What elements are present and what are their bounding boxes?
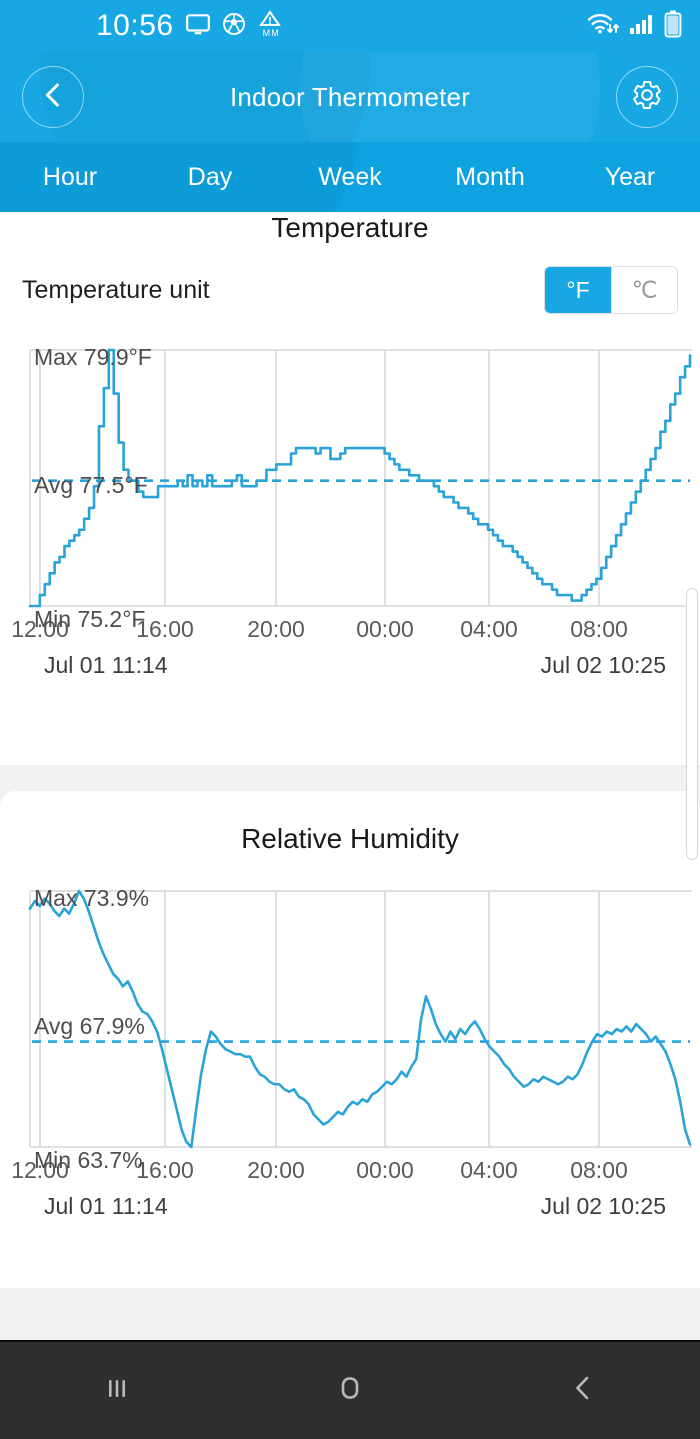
back-button[interactable] xyxy=(22,66,84,128)
humidity-start-time: Jul 01 11:14 xyxy=(44,1193,168,1219)
x-tick-4: 04:00 xyxy=(460,616,518,642)
tab-hour[interactable]: Hour xyxy=(0,142,140,212)
app-bar: Indoor Thermometer xyxy=(0,52,700,142)
humidity-card-title: Relative Humidity xyxy=(241,823,459,854)
svg-text:M: M xyxy=(262,28,270,38)
humidity-card: Relative Humidity Max 73.9% Avg 67.9% Mi… xyxy=(0,791,700,1288)
humidity-date-range: Jul 01 11:14 Jul 02 10:25 xyxy=(0,1185,700,1220)
humidity-min-label: Min 63.7% xyxy=(34,1147,143,1173)
vertical-scrollbar[interactable] xyxy=(686,588,698,860)
cell-signal-icon xyxy=(629,11,655,42)
home-button[interactable] xyxy=(233,1370,466,1411)
temperature-start-time: Jul 01 11:14 xyxy=(44,652,168,678)
card-separator xyxy=(0,765,700,791)
temperature-min-label: Min 75.2°F xyxy=(34,606,146,632)
x-tick-3: 00:00 xyxy=(356,1157,414,1183)
status-bar-left: 10:56 M M xyxy=(96,9,283,43)
tab-week[interactable]: Week xyxy=(280,142,420,212)
back-icon xyxy=(566,1371,600,1410)
tab-day[interactable]: Day xyxy=(140,142,280,212)
temperature-end-time: Jul 02 10:25 xyxy=(540,652,666,678)
x-tick-1: 16:00 xyxy=(136,1157,194,1183)
temperature-unit-label: Temperature unit xyxy=(22,275,210,304)
x-tick-2: 20:00 xyxy=(247,616,305,642)
page-title: Indoor Thermometer xyxy=(229,81,471,112)
status-bar-clock: 10:56 xyxy=(96,9,174,42)
unit-option-celsius[interactable]: ℃ xyxy=(611,267,677,313)
status-bar-right xyxy=(586,10,682,43)
recents-icon xyxy=(100,1371,134,1410)
x-tick-5: 08:00 xyxy=(570,616,628,642)
x-tick-3: 00:00 xyxy=(356,616,414,642)
temperature-unit-toggle[interactable]: °F ℃ xyxy=(544,266,678,314)
wifi-icon xyxy=(586,11,620,42)
cast-screen-icon xyxy=(185,11,211,42)
scroll-content[interactable]: Temperature Temperature unit °F ℃ Max 79… xyxy=(0,212,700,1340)
temperature-chart: Max 79.9°F Avg 77.5°F Min 75.2°F 12:00 1… xyxy=(0,344,700,679)
temperature-avg-label: Avg 77.5°F xyxy=(34,472,148,498)
battery-icon xyxy=(664,10,682,43)
recents-button[interactable] xyxy=(0,1371,233,1410)
x-tick-5: 08:00 xyxy=(570,1157,628,1183)
gear-icon xyxy=(631,79,663,116)
status-bar: 10:56 M M xyxy=(0,0,700,52)
back-nav-button[interactable] xyxy=(467,1371,700,1410)
humidity-chart: Max 73.9% Avg 67.9% Min 63.7% 12:00 16:0… xyxy=(0,885,700,1220)
content-bottom-spacer xyxy=(0,1288,700,1340)
warning-mm-icon: M M xyxy=(257,9,283,43)
home-icon xyxy=(332,1370,368,1411)
temperature-unit-row: Temperature unit °F ℃ xyxy=(0,244,700,314)
temperature-card: Temperature Temperature unit °F ℃ Max 79… xyxy=(0,212,700,765)
unit-option-fahrenheit[interactable]: °F xyxy=(545,267,611,313)
soccer-ball-icon xyxy=(222,12,246,41)
chevron-left-icon xyxy=(38,80,68,115)
system-nav-bar xyxy=(0,1340,700,1439)
humidity-max-label: Max 73.9% xyxy=(34,885,150,911)
temperature-max-label: Max 79.9°F xyxy=(34,344,152,370)
temperature-date-range: Jul 01 11:14 Jul 02 10:25 xyxy=(0,644,700,679)
humidity-avg-label: Avg 67.9% xyxy=(34,1013,145,1039)
x-tick-4: 04:00 xyxy=(460,1157,518,1183)
tab-year[interactable]: Year xyxy=(560,142,700,212)
tab-month[interactable]: Month xyxy=(420,142,560,212)
x-tick-2: 20:00 xyxy=(247,1157,305,1183)
period-tab-bar: Hour Day Week Month Year xyxy=(0,142,700,212)
humidity-end-time: Jul 02 10:25 xyxy=(540,1193,666,1219)
settings-button[interactable] xyxy=(616,66,678,128)
svg-text:M: M xyxy=(271,28,279,38)
temperature-card-title: Temperature xyxy=(271,212,429,243)
